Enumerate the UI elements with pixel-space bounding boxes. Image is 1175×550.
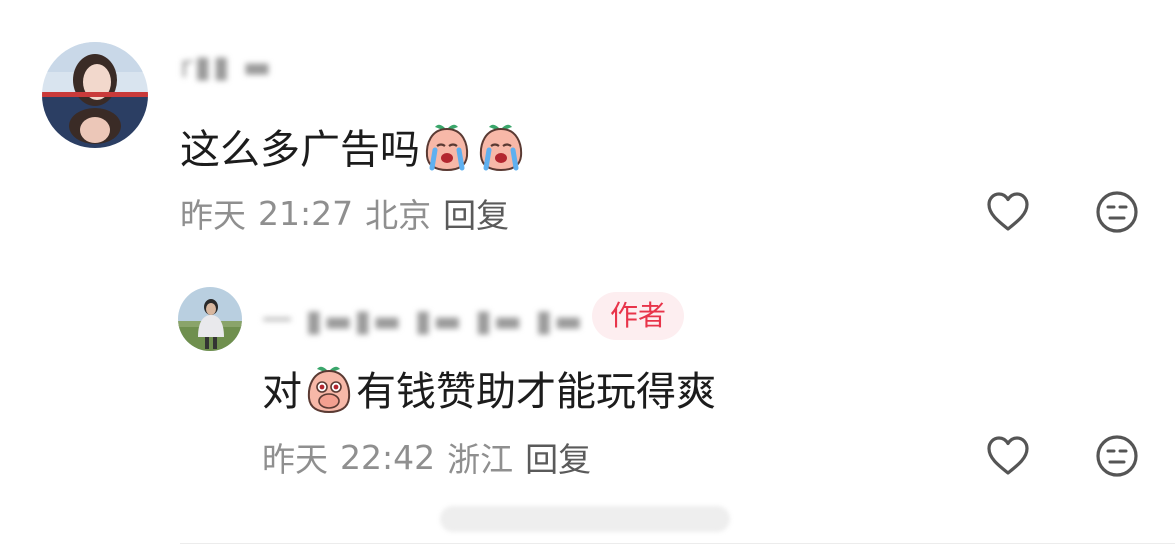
comment-date: 昨天 <box>180 196 246 235</box>
more-replies-placeholder[interactable] <box>440 506 730 532</box>
avatar[interactable] <box>178 287 242 351</box>
peach-cover-mouth-emoji <box>303 362 355 414</box>
heart-outline-icon[interactable] <box>984 432 1032 480</box>
reply-button[interactable]: 回复 <box>443 189 509 237</box>
comment-text: 这么多广告吗 <box>180 118 528 174</box>
avatar[interactable] <box>42 42 148 148</box>
heart-outline-icon[interactable] <box>984 188 1032 236</box>
comment-text: 对 有钱赞助才能玩得爽 <box>262 360 716 416</box>
comment-body-prefix: 对 <box>262 369 302 415</box>
comment-list: r▮▮ ▬ 这么多广告吗 昨天 21:27 北京 回复 一 ▮▬▮▬ ▮▬ ▮▬… <box>0 0 1175 550</box>
username[interactable]: 一 ▮▬▮▬ ▮▬ ▮▬ ▮▬ <box>262 296 584 340</box>
comment-time: 21:27 <box>258 193 354 233</box>
username[interactable]: r▮▮ ▬ <box>180 50 273 85</box>
comment-meta: 昨天 22:42 浙江 回复 <box>262 433 591 481</box>
comment-meta: 昨天 21:27 北京 回复 <box>180 189 509 237</box>
comment-body: 这么多广告吗 <box>180 127 420 173</box>
comment-date: 昨天 <box>262 440 328 479</box>
reply-button[interactable]: 回复 <box>525 433 591 481</box>
comment-location: 浙江 <box>447 440 514 479</box>
crying-peach-emoji <box>421 120 473 172</box>
neutral-face-icon[interactable] <box>1093 188 1141 236</box>
crying-peach-emoji <box>475 120 527 172</box>
comment-body: 有钱赞助才能玩得爽 <box>356 369 716 415</box>
comment-location: 北京 <box>365 196 432 235</box>
neutral-face-icon[interactable] <box>1093 432 1141 480</box>
divider <box>180 543 1175 544</box>
author-badge: 作者 <box>592 292 685 340</box>
comment-time: 22:42 <box>340 437 436 477</box>
